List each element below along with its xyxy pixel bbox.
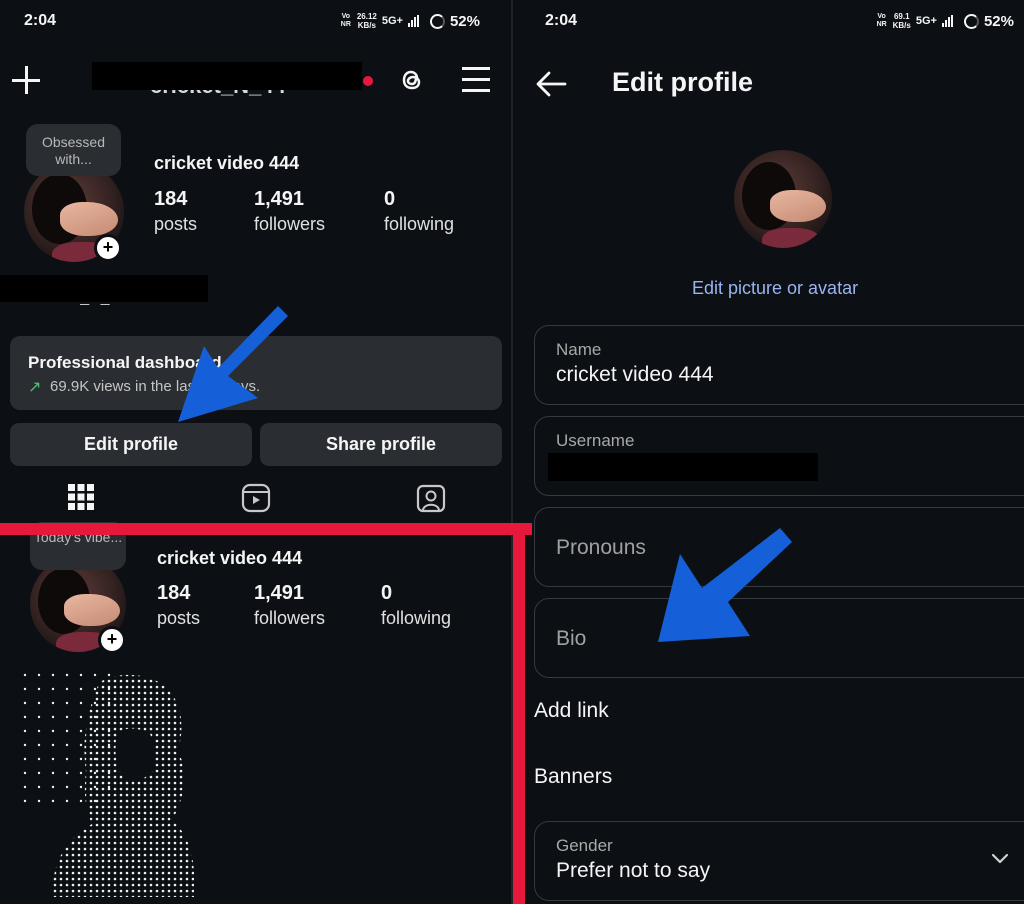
banners-button[interactable]: Banners [534,765,612,789]
edit-profile-screen: 2:04 Vo NR 69.1 KB/s 5G+ 52% Edit profil… [513,0,1024,904]
network-speed: 26.12 KB/s [357,12,377,30]
display-name: cricket video 444 [154,153,300,173]
following-count-secondary[interactable]: 0 [381,582,392,605]
followers-label[interactable]: followers [254,214,325,235]
trend-up-icon: ↗ [28,379,42,396]
add-link-button[interactable]: Add link [534,699,609,723]
add-story-icon-secondary[interactable]: + [98,626,126,654]
add-story-icon[interactable]: + [94,234,122,262]
network-speed-value-right: 69.1 [893,12,910,21]
posts-label-secondary[interactable]: posts [157,608,200,629]
posts-count[interactable]: 184 [154,188,187,211]
profile-note[interactable]: Obsessed with... [26,124,121,176]
profile-screen: 2:04 Vo NR 26.12 KB/s 5G+ 52% cricket_N_… [0,0,512,904]
annotation-red-line-vertical [513,523,525,904]
username-field[interactable]: Username [534,416,1024,496]
name-value[interactable]: cricket video 444 [556,363,714,387]
gender-label: Gender [556,836,613,855]
status-bar: 2:04 Vo NR 26.12 KB/s 5G+ 52% [0,0,512,44]
posts-label[interactable]: posts [154,214,197,235]
volte-indicator-right: Vo NR [876,13,887,28]
new-post-icon[interactable] [12,66,40,94]
network-speed-unit: KB/s [357,21,376,30]
username-label: Username [556,431,635,450]
battery-level-right: 52% [983,12,1014,30]
name-label: Name [556,340,602,359]
redacted-username-bar [92,62,362,90]
page-title: Edit profile [612,67,753,97]
back-arrow-icon[interactable] [535,70,567,98]
threads-icon[interactable] [397,65,427,95]
network-speed-right: 69.1 KB/s [893,12,911,30]
gender-value: Prefer not to say [556,859,711,882]
battery-icon [429,13,445,29]
status-time-right: 2:04 [545,12,578,29]
redacted-threads-handle-bar [0,275,208,302]
dotted-silhouette-image [22,672,197,897]
annotation-red-line-horizontal [0,523,532,535]
chevron-down-icon[interactable] [990,852,1010,866]
following-count[interactable]: 0 [384,188,395,211]
name-field[interactable]: Name cricket video 444 [534,325,1024,405]
pronouns-placeholder: Pronouns [556,536,646,559]
edit-picture-link[interactable]: Edit picture or avatar [692,278,858,299]
notification-dot [363,76,373,86]
signal-icon [407,15,419,27]
network-speed-unit-right: KB/s [892,21,911,30]
status-bar-right: 2:04 Vo NR 69.1 KB/s 5G+ 52% [513,0,1024,44]
gender-select[interactable]: Gender Prefer not to say [534,821,1024,901]
display-name-secondary: cricket video 444 [157,548,303,568]
share-profile-button[interactable]: Share profile [260,423,502,466]
followers-count[interactable]: 1,491 [254,188,304,211]
followers-label-secondary[interactable]: followers [254,608,325,629]
status-time: 2:04 [24,12,57,29]
redacted-username-value [548,453,818,481]
following-label[interactable]: following [384,214,454,235]
battery-icon-right [963,13,979,29]
network-type: 5G+ [381,15,403,27]
followers-count-secondary[interactable]: 1,491 [254,582,304,605]
network-speed-value: 26.12 [356,12,377,21]
edit-avatar[interactable] [734,150,832,248]
battery-level: 52% [449,12,480,30]
menu-icon[interactable] [462,67,490,93]
grid-icon[interactable] [68,484,94,510]
annotation-arrow-bio [658,528,792,642]
following-label-secondary[interactable]: following [381,608,451,629]
tagged-icon[interactable] [416,483,446,513]
reels-icon[interactable] [241,483,271,513]
volte-indicator: Vo NR [340,13,351,28]
posts-count-secondary[interactable]: 184 [157,582,190,605]
annotation-arrow-edit-profile [178,306,288,422]
signal-icon-right [941,15,953,27]
network-type-right: 5G+ [915,15,937,27]
bio-placeholder: Bio [556,627,587,650]
